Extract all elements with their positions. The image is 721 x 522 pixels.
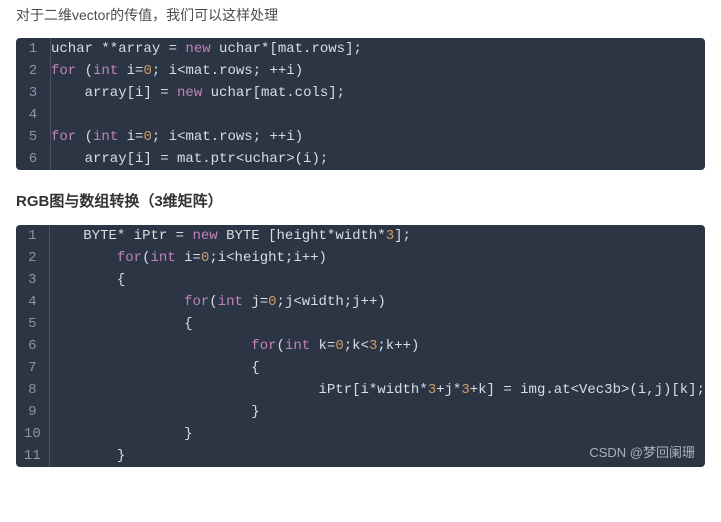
line-number: 3 [16,269,49,291]
code-line: { [50,313,705,335]
code2-gutter: 1234567891011 [16,225,49,467]
code2-content: BYTE* iPtr = new BYTE [height*width*3]; … [49,225,705,467]
code-line [51,104,705,126]
code-line: for (int i=0; i<mat.rows; ++i) [51,60,705,82]
article-body: 对于二维vector的传值，我们可以这样处理 123456 uchar **ar… [0,0,721,467]
line-number: 1 [16,38,50,60]
code-line: iPtr[i*width*3+j*3+k] = img.at<Vec3b>(i,… [50,379,705,401]
code-line: } [50,423,705,445]
line-number: 3 [16,82,50,104]
line-number: 4 [16,104,50,126]
code-line: array[i] = mat.ptr<uchar>(i); [51,148,705,170]
code1-gutter: 123456 [16,38,51,170]
code-line: { [50,357,705,379]
intro-paragraph: 对于二维vector的传值，我们可以这样处理 [0,0,721,38]
code-line: } [50,445,705,467]
code-line: BYTE* iPtr = new BYTE [height*width*3]; [50,225,705,247]
code-line: uchar **array = new uchar*[mat.rows]; [51,38,705,60]
code1-content: uchar **array = new uchar*[mat.rows];for… [51,38,706,170]
line-number: 6 [16,335,49,357]
line-number: 5 [16,313,49,335]
line-number: 10 [16,423,49,445]
line-number: 7 [16,357,49,379]
section-heading: RGB图与数组转换（3维矩阵） [0,170,721,225]
line-number: 9 [16,401,49,423]
line-number: 6 [16,148,50,170]
line-number: 2 [16,247,49,269]
code-line: for(int i=0;i<height;i++) [50,247,705,269]
code-line: for(int k=0;k<3;k++) [50,335,705,357]
code-block-1: 123456 uchar **array = new uchar*[mat.ro… [16,38,705,170]
line-number: 2 [16,60,50,82]
code-line: array[i] = new uchar[mat.cols]; [51,82,705,104]
code-block-2: 1234567891011 BYTE* iPtr = new BYTE [hei… [16,225,705,467]
code-line: for (int i=0; i<mat.rows; ++i) [51,126,705,148]
line-number: 8 [16,379,49,401]
line-number: 11 [16,445,49,467]
line-number: 1 [16,225,49,247]
code-line: } [50,401,705,423]
code-line: { [50,269,705,291]
line-number: 4 [16,291,49,313]
code-line: for(int j=0;j<width;j++) [50,291,705,313]
line-number: 5 [16,126,50,148]
